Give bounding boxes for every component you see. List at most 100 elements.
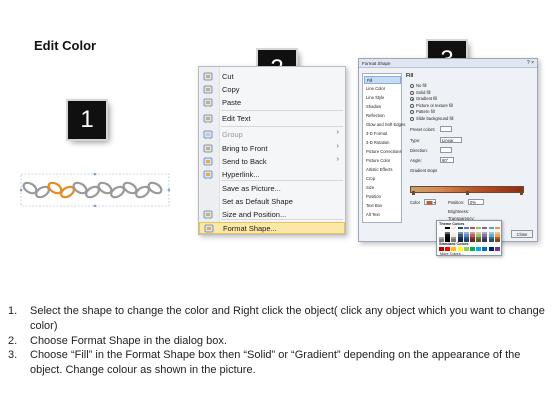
menu-item-paste[interactable]: Paste	[199, 97, 345, 109]
color-swatch[interactable]	[476, 227, 482, 230]
radio-dot[interactable]	[410, 97, 414, 101]
color-swatch[interactable]	[445, 227, 451, 230]
radio-dot[interactable]	[410, 103, 414, 108]
menu-item-bring-to-front[interactable]: Bring to Front ›	[199, 143, 345, 155]
dialog-close-button[interactable]: ? ×	[527, 59, 534, 68]
standard-color-swatch[interactable]	[494, 247, 500, 251]
copy-icon	[203, 85, 214, 95]
gradient-stop[interactable]	[520, 191, 523, 195]
nav-item-3-d-format[interactable]: 3-D Format	[364, 130, 401, 138]
standard-color-swatch[interactable]	[488, 247, 494, 251]
nav-item-picture-corrections[interactable]: Picture Corrections	[364, 148, 402, 156]
fill-option-radio[interactable]: Slide background fill	[410, 116, 480, 122]
instructions-list: 1. Select the shape to change the color a…	[8, 304, 548, 378]
color-label: Color	[410, 200, 421, 205]
menu-item-copy[interactable]: Copy	[199, 84, 345, 96]
color-swatch[interactable]	[457, 227, 463, 230]
standard-color-swatch[interactable]	[445, 247, 451, 251]
standard-colors-title: Standard Colors	[439, 242, 469, 246]
nav-item-size[interactable]: Size	[364, 184, 401, 192]
chain-link	[147, 181, 163, 195]
field-control[interactable]: 90°	[440, 157, 454, 163]
menu-item-format-shape[interactable]: Format Shape...	[199, 222, 345, 234]
color-swatch[interactable]	[494, 227, 500, 230]
context-menu: Cut Copy Paste Edit Text Group › Bring to Fron…	[198, 66, 346, 235]
send-to-back-icon	[203, 157, 214, 167]
menu-item-label: Size and Position...	[222, 210, 287, 219]
color-swatch[interactable]	[463, 227, 469, 230]
nav-item-artistic-effects[interactable]: Artistic Effects	[364, 166, 401, 174]
nav-item-line-color[interactable]: Line Color	[364, 85, 401, 93]
nav-item-line-style[interactable]: Line Style	[364, 94, 401, 102]
menu-item-label: Save as Picture...	[222, 184, 281, 193]
color-swatch[interactable]	[482, 239, 488, 242]
menu-item-hyperlink[interactable]: Hyperlink...	[199, 169, 345, 181]
color-swatch[interactable]	[470, 239, 475, 242]
dialog-close-btn[interactable]: Close	[511, 230, 533, 238]
color-swatch[interactable]	[439, 227, 444, 230]
fill-option-label: Slide background fill	[416, 115, 454, 121]
menu-item-label: Group	[222, 130, 243, 139]
field-label: Direction:	[410, 148, 428, 153]
color-swatch[interactable]	[470, 227, 475, 230]
bring-to-front-icon	[203, 144, 214, 154]
theme-color-grid	[439, 227, 501, 242]
standard-color-swatch[interactable]	[482, 247, 488, 251]
color-swatch[interactable]	[476, 239, 482, 242]
radio-dot[interactable]	[410, 116, 414, 121]
field-label: Preset colors:	[410, 127, 436, 132]
gradient-stop[interactable]	[412, 191, 415, 195]
standard-color-swatch[interactable]	[439, 247, 444, 251]
menu-item-size-and-position[interactable]: Size and Position...	[199, 209, 345, 221]
menu-item-save-as-picture[interactable]: Save as Picture...	[199, 183, 345, 195]
menu-item-set-as-default-shape[interactable]: Set as Default Shape	[199, 196, 345, 208]
color-picker-button[interactable]	[424, 199, 436, 205]
color-swatch[interactable]	[488, 239, 494, 242]
radio-dot[interactable]	[410, 90, 414, 95]
menu-item-send-to-back[interactable]: Send to Back ›	[199, 156, 345, 168]
dialog-nav-list: Fill Line Color Line Style Shadow Reflection…	[362, 73, 405, 223]
nav-item-reflection[interactable]: Reflection	[364, 112, 401, 120]
nav-item-position[interactable]: Position	[364, 193, 401, 201]
standard-color-swatch[interactable]	[476, 247, 482, 251]
instruction-step: 3. Choose “Fill” in the Format Shape box …	[8, 348, 548, 378]
position-field[interactable]: 0%	[468, 199, 484, 205]
radio-dot[interactable]	[410, 84, 414, 88]
gradient-stop[interactable]	[466, 191, 469, 195]
nav-item-crop[interactable]: Crop	[364, 175, 401, 183]
menu-separator	[221, 110, 343, 111]
field-label: Type:	[410, 138, 421, 143]
fill-option-radio[interactable]: Pattern fill	[410, 109, 480, 115]
color-swatch[interactable]	[451, 227, 457, 230]
menu-item-cut[interactable]: Cut	[199, 71, 345, 83]
standard-color-swatch[interactable]	[463, 247, 469, 251]
nav-item-text-box[interactable]: Text Box	[364, 202, 401, 210]
standard-color-swatch[interactable]	[457, 247, 463, 251]
fill-option-label: Gradient fill	[416, 96, 438, 101]
fill-option-radio[interactable]: No fill	[410, 83, 480, 89]
menu-item-label: Bring to Front	[222, 144, 268, 153]
nav-item-3-d-rotation[interactable]: 3-D Rotation	[364, 139, 401, 147]
fill-option-radio[interactable]: Picture or texture fill	[410, 103, 480, 109]
standard-color-swatch[interactable]	[451, 247, 457, 251]
nav-item-fill[interactable]: Fill	[364, 76, 401, 84]
fill-option-radio[interactable]: Solid fill	[410, 90, 480, 96]
color-swatch[interactable]	[494, 239, 500, 242]
standard-color-swatch[interactable]	[470, 247, 475, 251]
field-control[interactable]	[440, 147, 452, 153]
field-control[interactable]: Linear	[440, 137, 462, 143]
radio-dot[interactable]	[410, 110, 414, 114]
chain-shape[interactable]	[20, 173, 170, 207]
more-colors-link[interactable]: More Colors...	[440, 252, 464, 256]
menu-item-edit-text[interactable]: Edit Text	[199, 113, 345, 125]
fill-option-radio[interactable]: Gradient fill	[410, 96, 480, 102]
nav-item-shadow[interactable]: Shadow	[364, 103, 401, 111]
format-shape-icon	[204, 224, 215, 234]
color-swatch[interactable]	[488, 227, 494, 230]
color-swatch[interactable]	[482, 227, 488, 230]
nav-item-picture-color[interactable]: Picture Color	[364, 157, 401, 165]
menu-item-group: Group ›	[199, 129, 345, 141]
field-control[interactable]	[440, 126, 452, 132]
nav-item-alt-text[interactable]: Alt Text	[364, 211, 401, 219]
nav-item-glow-and-soft-edges[interactable]: Glow and Soft Edges	[364, 121, 405, 129]
